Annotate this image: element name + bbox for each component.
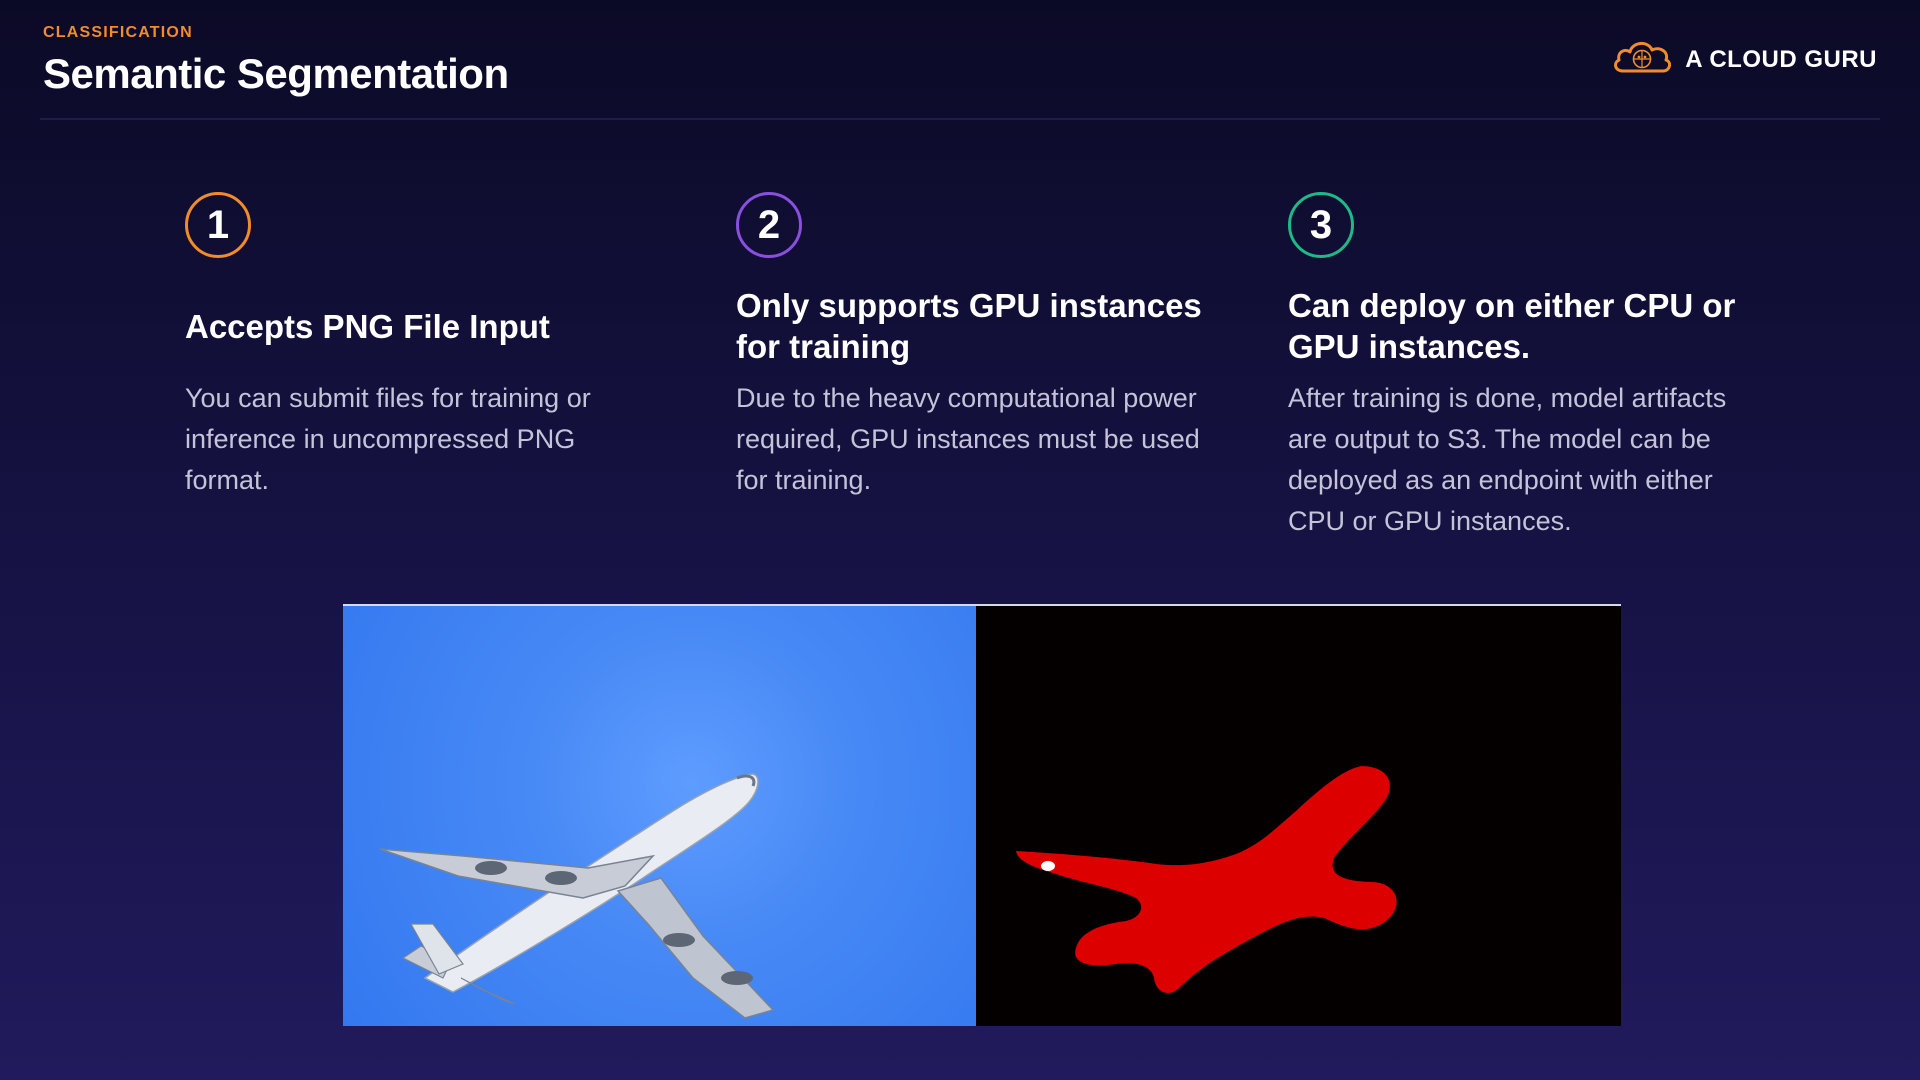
step-description: Due to the heavy computational power req… [736,383,1200,495]
step-heading: Accepts PNG File Input [185,307,550,345]
header-divider [40,118,1880,120]
airplane-photo [343,606,976,1026]
step-2: 2 Only supports GPU instances for traini… [736,192,1216,501]
segmentation-example [343,604,1621,1028]
step-number-badge: 2 [736,192,802,258]
brand-name: A CLOUD GURU [1685,45,1877,73]
brand-logo: A CLOUD GURU [1611,37,1877,82]
step-heading: Only supports GPU instances for training [736,287,1202,365]
cloud-icon [1611,37,1673,82]
step-number-badge: 1 [185,192,251,258]
page-title: Semantic Segmentation [43,50,509,97]
header: CLASSIFICATION Semantic Segmentation [43,24,509,98]
step-number-badge: 3 [1288,192,1354,258]
section-label: CLASSIFICATION [43,24,193,41]
step-description: You can submit files for training or inf… [185,383,591,495]
step-3: 3 Can deploy on either CPU or GPU instan… [1288,192,1768,542]
step-heading: Can deploy on either CPU or GPU instance… [1288,287,1736,365]
step-1: 1 Accepts PNG File Input You can submit … [185,192,665,501]
segmentation-mask [976,606,1621,1026]
step-description: After training is done, model artifacts … [1288,383,1727,536]
